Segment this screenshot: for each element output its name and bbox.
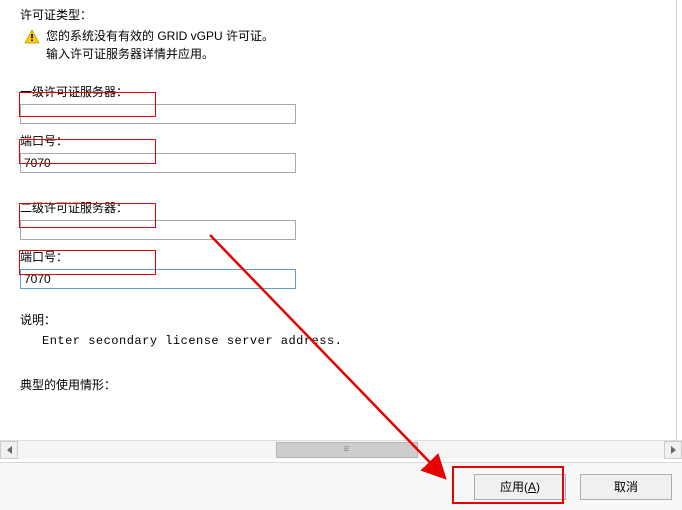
secondary-port-label: 端口号： <box>20 248 670 265</box>
scroll-left-button[interactable] <box>0 441 18 459</box>
chevron-left-icon <box>7 446 12 454</box>
button-bar: 应用(A) 取消 <box>0 462 682 510</box>
cancel-button[interactable]: 取消 <box>580 474 672 500</box>
scroll-right-button[interactable] <box>664 441 682 459</box>
license-type-label: 许可证类型： <box>20 6 670 23</box>
panel-right-border <box>676 0 677 440</box>
secondary-port-input[interactable] <box>20 269 296 289</box>
secondary-server-input[interactable] <box>20 220 296 240</box>
horizontal-scrollbar[interactable]: ≡ <box>0 440 682 459</box>
primary-server-label: 一级许可证服务器： <box>20 83 670 100</box>
cancel-button-label: 取消 <box>614 480 638 494</box>
description-label: 说明： <box>20 311 670 328</box>
usage-label: 典型的使用情形： <box>20 376 670 393</box>
primary-port-label: 端口号： <box>20 132 670 149</box>
grip-icon: ≡ <box>343 446 351 454</box>
primary-server-input[interactable] <box>20 104 296 124</box>
warning-line-1: 您的系统没有有效的 GRID vGPU 许可证。 <box>46 27 274 45</box>
scroll-track[interactable]: ≡ <box>18 441 664 459</box>
warning-row: 您的系统没有有效的 GRID vGPU 许可证。 输入许可证服务器详情并应用。 <box>20 27 670 63</box>
chevron-right-icon <box>671 446 676 454</box>
apply-button-label: 应用(A) <box>500 480 540 494</box>
warning-icon <box>24 29 40 45</box>
apply-button[interactable]: 应用(A) <box>474 474 566 500</box>
warning-line-2: 输入许可证服务器详情并应用。 <box>46 45 274 63</box>
secondary-server-label: 二级许可证服务器： <box>20 199 670 216</box>
scroll-thumb[interactable]: ≡ <box>276 442 418 458</box>
description-text: Enter secondary license server address. <box>42 334 670 348</box>
primary-port-input[interactable] <box>20 153 296 173</box>
warning-text: 您的系统没有有效的 GRID vGPU 许可证。 输入许可证服务器详情并应用。 <box>46 27 274 63</box>
